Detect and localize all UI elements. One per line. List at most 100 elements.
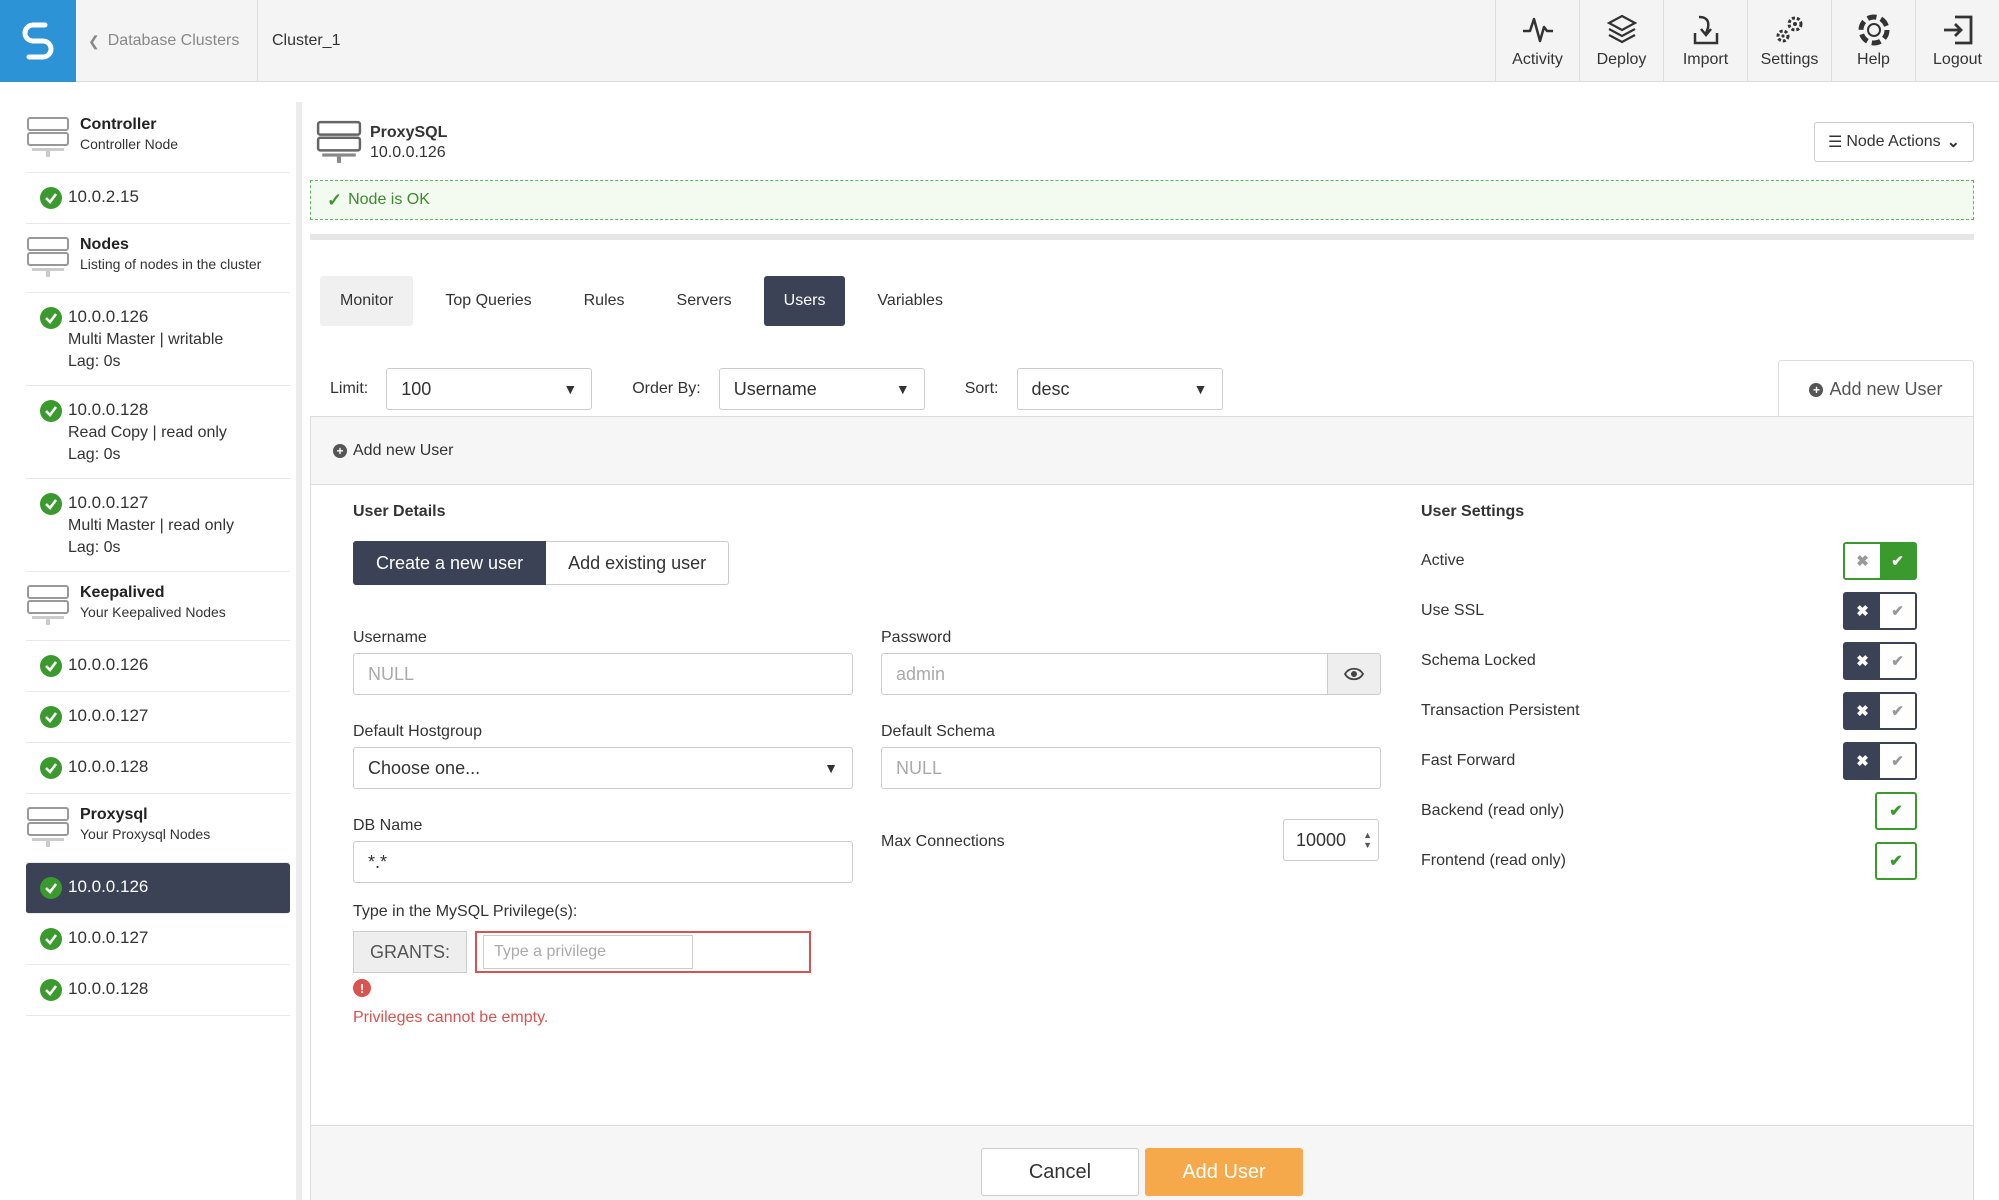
eye-icon [1344,667,1364,681]
node-role: Read Copy | read only [68,424,227,441]
cancel-button[interactable]: Cancel [981,1148,1139,1196]
sidebar-node[interactable]: 10.0.0.126 Multi Master | writable Lag: … [26,293,290,386]
panel-header: + Add new User [311,417,1973,485]
setting-row-transaction-persistent: Transaction Persistent ✖ ✔ [1421,691,1917,731]
backend-readonly-check: ✔ [1875,792,1917,830]
check-circle-icon [40,928,62,950]
sidebar-node-active[interactable]: 10.0.0.126 [26,863,290,914]
use-ssl-toggle[interactable]: ✖ ✔ [1843,592,1917,630]
frontend-readonly-check: ✔ [1875,842,1917,880]
group-subtitle: Controller Node [80,136,179,152]
user-filters: Limit: 100 ▼ Order By: Username ▼ Sort: … [330,368,1263,410]
logo-icon [22,22,54,60]
add-user-panel: + Add new User User Details Create a new… [310,416,1974,1200]
progress-line [310,234,1974,240]
top-nav: Activity Deploy Import Settings Help Log… [1495,0,1999,82]
sidebar-node[interactable]: 10.0.0.127 [26,914,290,965]
username-input[interactable]: NULL [353,653,853,695]
sidebar-node[interactable]: 10.0.0.126 [26,641,290,692]
group-subtitle: Your Proxysql Nodes [80,826,211,842]
add-new-user-tab-label: Add new User [1829,379,1943,399]
fast-forward-toggle[interactable]: ✖ ✔ [1843,742,1917,780]
password-label: Password [881,629,952,646]
sidebar-node[interactable]: 10.0.0.128 [26,965,290,1016]
spinner-arrows-icon[interactable]: ▲ ▼ [1363,830,1372,850]
nav-import-label: Import [1682,51,1729,68]
node-header: ProxySQL 10.0.0.126 [316,120,447,166]
add-existing-user-button[interactable]: Add existing user [546,541,730,585]
nav-import[interactable]: Import [1663,0,1747,82]
breadcrumb-current: Cluster_1 [272,32,341,49]
chevron-down-icon: ⌄ [1946,134,1961,151]
password-input[interactable]: admin [881,653,1329,695]
tab-rules[interactable]: Rules [564,276,645,326]
order-by-value: Username [733,378,817,399]
group-subtitle: Your Keepalived Nodes [80,604,226,620]
sidebar-group-nodes[interactable]: Nodes Listing of nodes in the cluster [26,224,290,293]
sidebar-node[interactable]: 10.0.0.127 Multi Master | read only Lag:… [26,479,290,572]
dbname-input[interactable]: *.* [353,841,853,883]
tab-top-queries[interactable]: Top Queries [425,276,551,326]
nav-logout-label: Logout [1933,51,1982,68]
grants-label: GRANTS: [353,931,468,973]
setting-row-backend: Backend (read only) ✔ [1421,791,1917,831]
node-ip: 10.0.0.127 [68,493,149,512]
app-logo[interactable] [0,0,76,82]
privilege-field[interactable]: Type a privilege [475,931,812,973]
limit-label: Limit: [330,380,369,397]
order-by-label: Order By: [632,380,701,397]
nav-logout[interactable]: Logout [1915,0,1999,82]
sidebar-node[interactable]: 10.0.2.15 [26,173,290,224]
nav-help-label: Help [1857,51,1890,68]
node-status-text: Node is OK [348,191,430,208]
max-connections-input[interactable]: 10000 ▲ ▼ [1283,819,1379,861]
schema-locked-toggle[interactable]: ✖ ✔ [1843,642,1917,680]
show-password-button[interactable] [1327,653,1381,695]
grants-row: GRANTS: Type a privilege [353,931,812,973]
active-toggle[interactable]: ✖ ✔ [1843,542,1917,580]
node-ip: 10.0.2.15 [68,187,139,206]
deploy-icon [1606,14,1637,44]
order-by-select[interactable]: Username ▼ [718,368,925,410]
sidebar-node[interactable]: 10.0.0.127 [26,692,290,743]
nav-deploy-label: Deploy [1596,51,1647,68]
sidebar-group-proxysql[interactable]: Proxysql Your Proxysql Nodes [26,794,290,863]
tab-monitor[interactable]: Monitor [320,276,414,326]
hostgroup-select[interactable]: Choose one... ▼ [353,747,853,789]
transaction-persistent-toggle[interactable]: ✖ ✔ [1843,692,1917,730]
nav-deploy[interactable]: Deploy [1579,0,1663,82]
sidebar-node[interactable]: 10.0.0.128 [26,743,290,794]
group-title: Keepalived [80,584,165,601]
node-actions-button[interactable]: ☰ Node Actions ⌄ [1814,122,1974,162]
tab-users[interactable]: Users [763,276,846,326]
node-ip: 10.0.0.126 [68,307,149,326]
nav-activity[interactable]: Activity [1495,0,1579,82]
nav-settings[interactable]: Settings [1747,0,1831,82]
x-icon: ✖ [1845,544,1880,578]
setting-label: Use SSL [1421,602,1485,619]
nav-help[interactable]: Help [1831,0,1915,82]
create-new-user-button[interactable]: Create a new user [353,541,547,585]
add-new-user-tab[interactable]: + Add new User [1778,360,1974,418]
max-connections-label: Max Connections [881,833,1005,850]
schema-label: Default Schema [881,723,995,740]
tab-variables[interactable]: Variables [857,276,963,326]
import-icon [1693,15,1718,45]
sidebar-node[interactable]: 10.0.0.128 Read Copy | read only Lag: 0s [26,386,290,479]
node-ip: 10.0.0.128 [68,979,149,998]
tab-servers[interactable]: Servers [657,276,752,326]
add-user-button[interactable]: Add User [1145,1148,1303,1196]
breadcrumb-back[interactable]: ❮ Database Clusters [76,0,258,82]
limit-select[interactable]: 100 ▼ [386,368,593,410]
sidebar: Controller Controller Node 10.0.2.15 Nod… [26,104,290,1016]
sidebar-group-controller[interactable]: Controller Controller Node [26,104,290,173]
sidebar-group-keepalived[interactable]: Keepalived Your Keepalived Nodes [26,572,290,641]
caret-down-icon: ▼ [563,381,578,397]
sort-select[interactable]: desc ▼ [1016,368,1223,410]
hostgroup-value: Choose one... [368,757,481,778]
privilege-input[interactable]: Type a privilege [483,935,694,969]
username-label: Username [353,629,427,646]
node-role: Multi Master | writable [68,331,224,348]
default-schema-input[interactable]: NULL [881,747,1381,789]
check-icon: ✔ [1880,594,1915,628]
